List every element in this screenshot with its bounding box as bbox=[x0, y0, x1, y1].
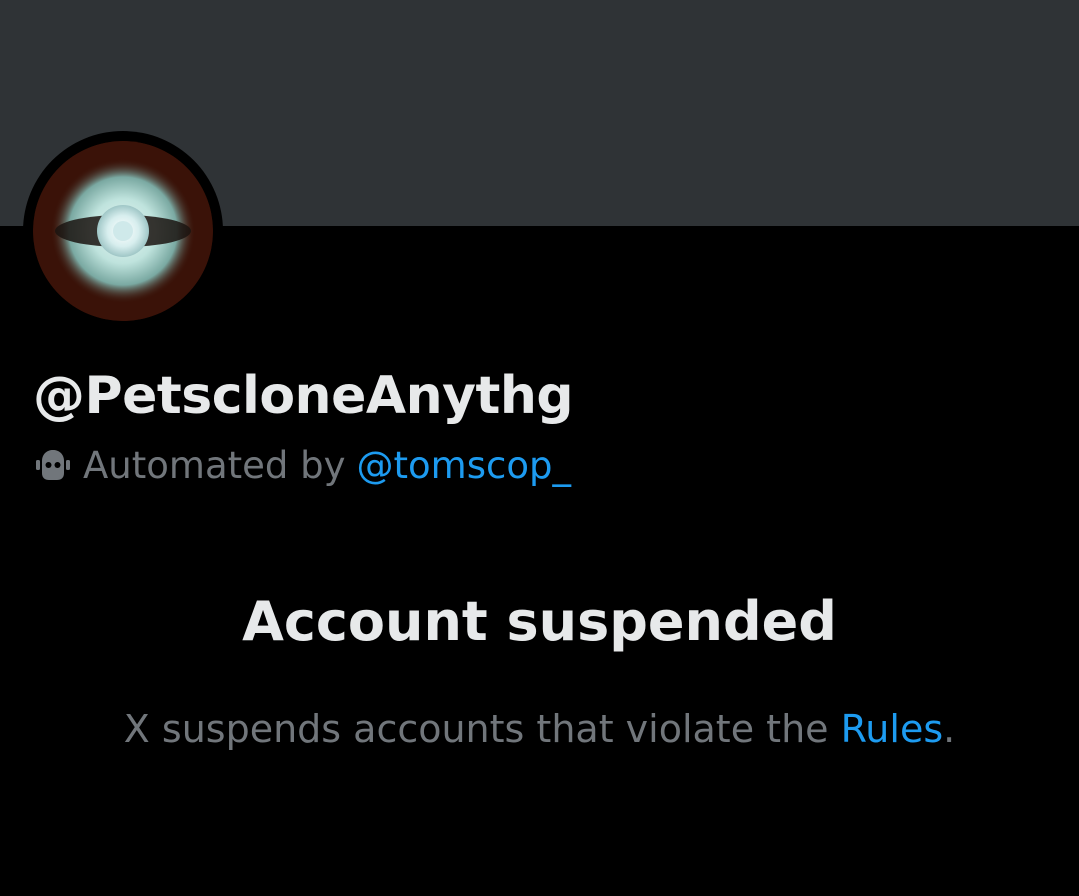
eye-avatar-image bbox=[33, 141, 213, 321]
automated-by-link[interactable]: @tomscop_ bbox=[357, 444, 571, 487]
rules-link[interactable]: Rules bbox=[841, 707, 944, 751]
automated-by-row: Automated by @tomscop_ bbox=[33, 442, 571, 488]
suspension-message: X suspends accounts that violate the Rul… bbox=[0, 707, 1079, 751]
avatar-ring bbox=[23, 131, 223, 331]
suspension-message-text: X suspends accounts that violate the bbox=[123, 707, 841, 751]
profile-page: @PetscloneAnythg Automated by @tomscop_ … bbox=[0, 0, 1079, 896]
account-suspended-title: Account suspended bbox=[242, 590, 837, 653]
profile-handle: @PetscloneAnythg bbox=[33, 366, 574, 426]
automated-by-label: Automated by bbox=[83, 443, 346, 487]
suspension-message-period: . bbox=[943, 707, 956, 751]
bot-icon bbox=[33, 445, 73, 485]
avatar[interactable] bbox=[33, 141, 213, 321]
